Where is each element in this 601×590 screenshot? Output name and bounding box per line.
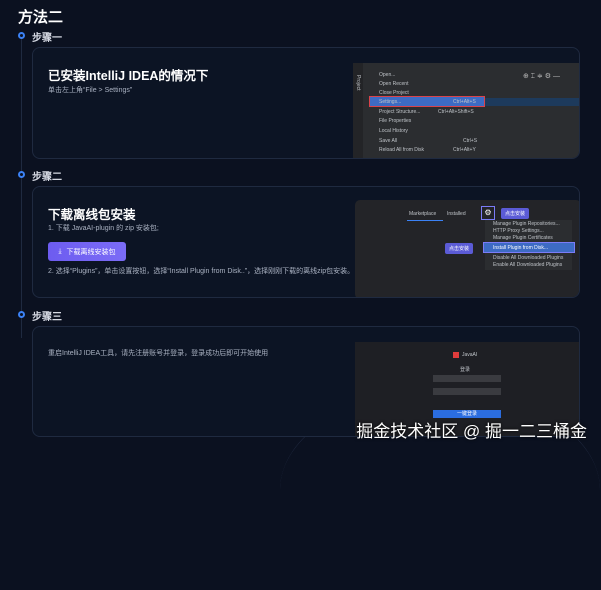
- timeline-line: [21, 38, 22, 338]
- card-description: 2. 选择“Plugins”，单击设置按钮，选择“Install Plugin …: [48, 268, 355, 275]
- menu-item-text: Ctrl+Alt+Shift+S: [438, 109, 474, 115]
- step-label: 步骤一: [32, 33, 62, 44]
- menu-item-text: Manage Plugin Repositories...: [493, 221, 560, 227]
- brand-logo-icon: [453, 352, 459, 358]
- menu-item-text: Local History: [379, 128, 408, 134]
- menu-item-text: Save All: [379, 138, 398, 144]
- watermark: 掘金技术社区 @ 掘一二三桶金: [356, 422, 587, 441]
- card-heading: 下载离线包安装: [48, 208, 136, 222]
- menu-item-text: Ctrl+S: [463, 138, 478, 144]
- menu-item-text: Close Project: [379, 90, 409, 96]
- menu-item-text: Open...: [379, 72, 396, 78]
- callout-tag: 点击安装: [445, 243, 474, 254]
- menu-item-text: Reload All from Disk: [379, 147, 425, 153]
- menu-item-text: Ctrl+Alt+S: [453, 99, 476, 105]
- menu-item-text: HTTP Proxy Settings...: [493, 228, 544, 234]
- timeline-dot: [18, 32, 25, 39]
- menu-item-text: Project Structure...: [379, 109, 421, 115]
- step-label: 步骤二: [32, 172, 62, 183]
- username-field: [433, 375, 501, 382]
- gear-icon: ⚙: [481, 206, 495, 220]
- toolbar-icons: ⊕ ⌶ ≑ ⚙ —: [523, 73, 560, 80]
- step-card-1: 已安装IntelliJ IDEA的情况下 单击左上角“File > Settin…: [32, 47, 580, 159]
- menu-item-text: File Properties: [379, 118, 412, 124]
- menu-item-text: Installed: [447, 211, 466, 217]
- menu-item-text: Ctrl+Alt+Y: [453, 147, 476, 153]
- download-offline-package-button[interactable]: ⤓ 下载离线安装包: [48, 242, 126, 261]
- plugins-settings-screenshot: Marketplace Installed ⚙ 点击安装 Manage Plug…: [355, 200, 579, 297]
- page-title: 方法二: [18, 9, 64, 26]
- menu-item-text: Disable All Downloaded Plugins: [493, 255, 564, 261]
- menu-item-text: 登录: [460, 367, 471, 373]
- menu-item-text: Install Plugin from Disk...: [493, 245, 549, 251]
- card-heading: 已安装IntelliJ IDEA的情况下: [48, 69, 209, 83]
- timeline-dot: [18, 171, 25, 178]
- timeline-dot: [18, 311, 25, 318]
- card-description: 1. 下载 JavaAI-plugin 的 zip 安装包;: [48, 225, 159, 232]
- menu-item-text: Settings...: [379, 99, 402, 105]
- step-label: 步骤三: [32, 312, 62, 323]
- menu-item-text: Manage Plugin Certificates: [493, 235, 553, 241]
- download-icon: ⤓: [58, 247, 62, 255]
- card-description: 单击左上角“File > Settings”: [48, 87, 133, 94]
- callout-tag: 点击安装: [501, 208, 530, 219]
- ide-file-menu-screenshot: Project ⊕ ⌶ ≑ ⚙ — Open... Open Recent Cl…: [353, 63, 579, 158]
- menu-item-text: Open Recent: [379, 81, 409, 87]
- password-field: [433, 388, 501, 395]
- menu-item-text: JavaAI: [462, 352, 478, 358]
- step-card-2: 下载离线包安装 1. 下载 JavaAI-plugin 的 zip 安装包; ⤓…: [32, 186, 580, 298]
- menu-item-text: Enable All Downloaded Plugins: [493, 262, 563, 268]
- menu-item-text: Marketplace: [409, 211, 437, 217]
- project-side-tab: Project: [355, 75, 361, 91]
- card-description: 重启IntelliJ IDEA工具，请先注册账号并登录，登录成功后即可开始使用: [48, 350, 269, 357]
